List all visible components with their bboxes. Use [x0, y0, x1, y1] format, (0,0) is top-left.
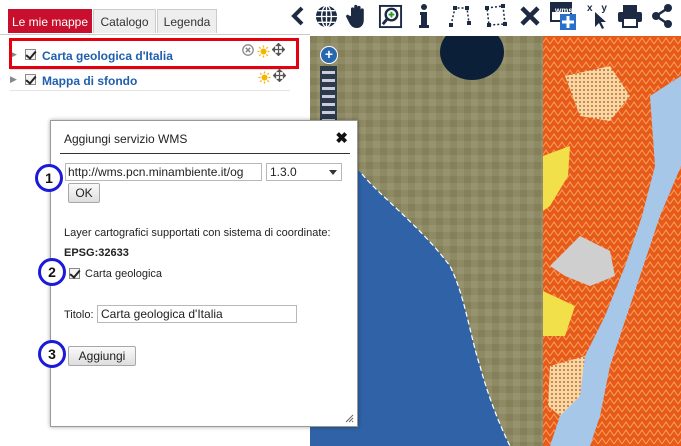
add-button[interactable]: Aggiungi: [68, 346, 136, 366]
clear-icon[interactable]: [517, 3, 543, 29]
close-icon[interactable]: ✖: [335, 129, 348, 147]
tab-le-mie-mappe[interactable]: Le mie mappe: [8, 9, 92, 33]
resize-handle-icon[interactable]: [345, 414, 354, 423]
wms-version-select[interactable]: 1.3.0: [266, 163, 342, 181]
tab-legenda[interactable]: Legenda: [157, 9, 217, 33]
layer-option: Carta geologica: [69, 266, 162, 280]
print-icon[interactable]: [617, 3, 643, 29]
tab-catalogo[interactable]: Catalogo: [93, 9, 156, 33]
xy-label: x y: [587, 3, 610, 14]
layer-highlight-box: [9, 38, 299, 69]
dialog-title: Aggiungi servizio WMS: [64, 132, 188, 146]
layer-name[interactable]: Mappa di sfondo: [42, 74, 137, 88]
divider: [60, 153, 350, 154]
share-icon[interactable]: [649, 3, 675, 29]
chevron-down-icon: [329, 170, 337, 175]
crs-description: Layer cartografici supportati con sistem…: [64, 227, 331, 239]
crs-code: EPSG:32633: [64, 247, 129, 259]
layer-checkbox-label: Carta geologica: [85, 268, 163, 280]
layer-checkbox[interactable]: [69, 267, 80, 279]
ok-button[interactable]: OK: [68, 183, 100, 203]
add-wms-dialog: Aggiungi servizio WMS ✖ http://wms.pcn.m…: [50, 120, 358, 427]
globe-icon[interactable]: [313, 3, 339, 29]
step-marker-1: 1: [35, 164, 63, 192]
title-input[interactable]: Carta geologica d'Italia: [97, 305, 297, 323]
measure-area-icon[interactable]: [483, 3, 509, 29]
divider: [10, 90, 290, 91]
map-imagery: [310, 36, 681, 446]
expand-arrow-icon[interactable]: ▶: [10, 74, 20, 85]
zoom-in-button[interactable]: +: [320, 46, 338, 64]
layer-tools: [258, 68, 287, 85]
opacity-sun-icon[interactable]: [258, 71, 271, 84]
wms-url-input[interactable]: http://wms.pcn.minambiente.it/og: [65, 163, 262, 181]
pan-hand-icon[interactable]: [345, 3, 371, 29]
info-icon[interactable]: [411, 3, 437, 29]
step-marker-3: 3: [38, 340, 66, 368]
layer-item-mappa-di-sfondo[interactable]: ▶ Mappa di sfondo: [10, 69, 137, 89]
version-value: 1.3.0: [270, 165, 297, 179]
layer-visibility-checkbox[interactable]: [25, 73, 36, 85]
add-wms-icon[interactable]: wms: [550, 2, 576, 30]
coordinates-icon[interactable]: x y: [585, 3, 611, 29]
chevron-left-icon[interactable]: [285, 3, 311, 29]
zoom-box-icon[interactable]: [377, 3, 403, 29]
step-marker-2: 2: [38, 258, 66, 286]
title-label: Titolo:: [64, 309, 94, 321]
map-canvas[interactable]: +: [310, 36, 681, 446]
wms-label: wms: [555, 6, 573, 15]
move-layer-icon[interactable]: [272, 68, 287, 85]
map-toolbar: wms x y: [285, 0, 681, 34]
panel-tabs: Le mie mappe Catalogo Legenda: [0, 0, 310, 35]
measure-line-icon[interactable]: [448, 3, 474, 29]
